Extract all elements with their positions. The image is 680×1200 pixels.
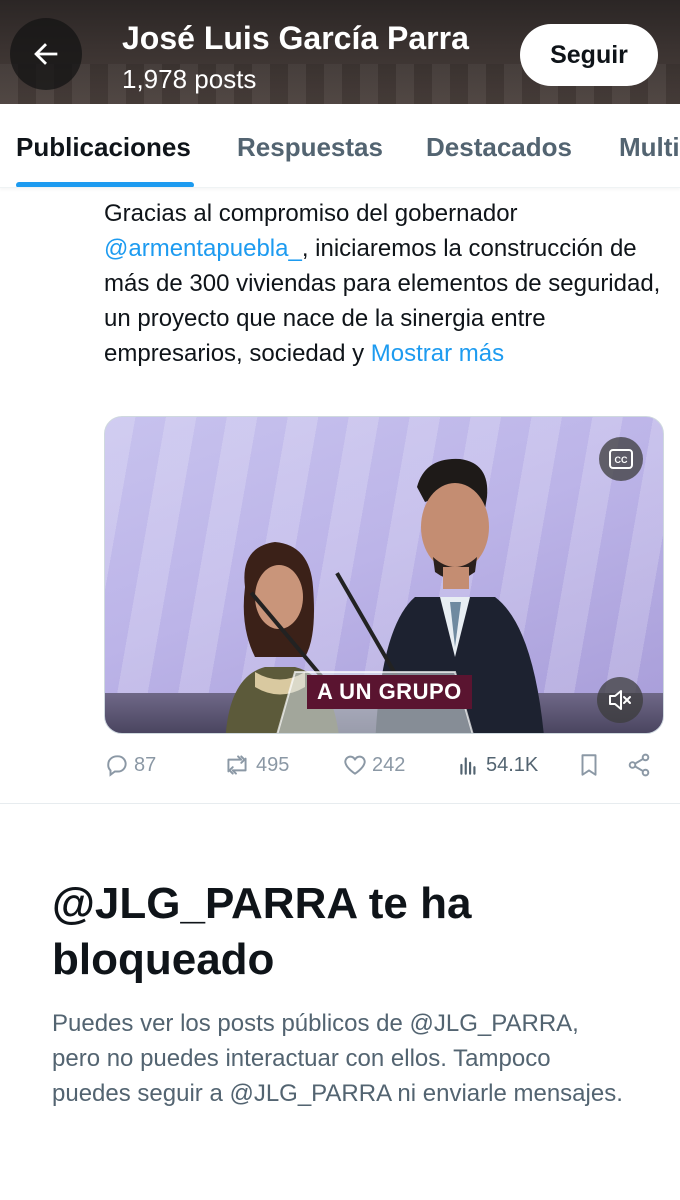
- share-icon: [628, 753, 650, 777]
- repost-count: 495: [256, 753, 290, 776]
- blocked-message: Puedes ver los posts públicos de @JLG_PA…: [52, 1010, 623, 1107]
- views-button[interactable]: 54.1K: [456, 752, 538, 778]
- post-video[interactable]: A UN GRUPO CC: [104, 416, 664, 734]
- tab-respuestas[interactable]: Respuestas: [237, 132, 383, 163]
- bookmark-button[interactable]: [576, 752, 602, 778]
- divider: [0, 803, 680, 804]
- tab-publicaciones[interactable]: Publicaciones: [16, 132, 191, 163]
- views-chart-icon: [460, 757, 476, 775]
- reply-button[interactable]: 87: [104, 752, 156, 778]
- arrow-left-icon: [34, 43, 58, 65]
- post-text: Gracias al compromiso del gobernador @ar…: [104, 196, 664, 371]
- views-count: 54.1K: [486, 753, 539, 776]
- closed-captions-icon: CC: [609, 449, 633, 469]
- svg-text:CC: CC: [615, 455, 628, 465]
- speaker-muted-icon: [609, 690, 631, 710]
- repost-button[interactable]: 495: [222, 752, 289, 778]
- share-button[interactable]: [626, 752, 652, 778]
- post-text-start: Gracias al compromiso del gobernador: [104, 200, 518, 227]
- mention-link[interactable]: @armentapuebla_: [104, 235, 302, 262]
- video-caption: A UN GRUPO: [307, 675, 472, 709]
- post-actions: 87 495 242 54.1K: [104, 748, 664, 788]
- blocked-title: @JLG_PARRA te ha bloqueado: [52, 879, 472, 984]
- post-count: 1,978 posts: [122, 64, 257, 94]
- follow-button[interactable]: Seguir: [520, 24, 658, 86]
- captions-button[interactable]: CC: [599, 437, 643, 481]
- profile-name: José Luis García Parra: [122, 20, 469, 56]
- heart-icon: [344, 755, 366, 775]
- show-more-link[interactable]: Mostrar más: [371, 340, 504, 367]
- bookmark-icon: [581, 754, 597, 776]
- reply-icon: [107, 755, 127, 777]
- profile-tabs: Publicaciones Respuestas Destacados Mult…: [0, 104, 680, 188]
- reply-count: 87: [134, 753, 157, 776]
- tab-destacados[interactable]: Destacados: [426, 132, 572, 163]
- repost-icon: [227, 755, 247, 775]
- like-count: 242: [372, 753, 406, 776]
- mute-button[interactable]: [597, 677, 643, 723]
- tab-multimedia[interactable]: Multi: [619, 132, 680, 163]
- back-button[interactable]: [10, 18, 82, 90]
- active-tab-indicator: [16, 182, 194, 187]
- like-button[interactable]: 242: [342, 752, 405, 778]
- profile-header: José Luis García Parra 1,978 posts Segui…: [0, 0, 680, 104]
